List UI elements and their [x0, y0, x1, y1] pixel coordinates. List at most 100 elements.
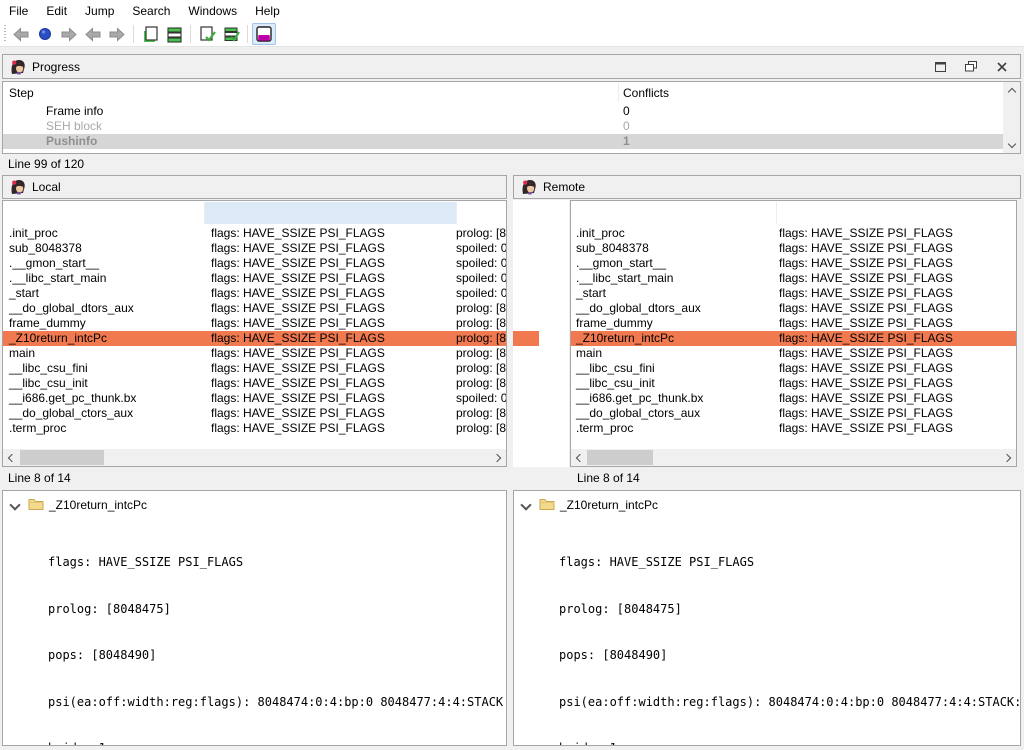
- function-flags: flags: HAVE_SSIZE PSI_FLAGS: [779, 331, 953, 346]
- detail-line: flags: HAVE_SSIZE PSI_FLAGS: [559, 555, 1021, 571]
- function-row[interactable]: .init_proc flags: HAVE_SSIZE PSI_FLAGS p…: [3, 226, 506, 241]
- column-divider: [456, 202, 457, 224]
- horizontal-scrollbar[interactable]: [3, 449, 506, 466]
- progress-title: Progress: [32, 60, 80, 74]
- toolbar-grip[interactable]: [1, 25, 9, 43]
- nav-forward2-icon[interactable]: [105, 23, 129, 45]
- nav-back2-icon[interactable]: [81, 23, 105, 45]
- folder-icon: [28, 496, 44, 511]
- function-row[interactable]: __libc_csu_init flags: HAVE_SSIZE PSI_FL…: [571, 376, 1016, 391]
- scrollbar-thumb[interactable]: [587, 450, 653, 465]
- progress-titlebar[interactable]: Progress: [2, 54, 1021, 79]
- function-name: .term_proc: [576, 421, 633, 436]
- function-name: frame_dummy: [9, 316, 86, 331]
- function-row[interactable]: __i686.get_pc_thunk.bx flags: HAVE_SSIZE…: [571, 391, 1016, 406]
- function-value: spoiled: 00: [456, 241, 507, 256]
- local-list-header[interactable]: [3, 201, 506, 225]
- function-row[interactable]: .__gmon_start__ flags: HAVE_SSIZE PSI_FL…: [571, 256, 1016, 271]
- function-row[interactable]: _start flags: HAVE_SSIZE PSI_FLAGS: [571, 286, 1016, 301]
- tree-expander-icon[interactable]: [9, 499, 20, 510]
- function-row[interactable]: frame_dummy flags: HAVE_SSIZE PSI_FLAGS: [571, 316, 1016, 331]
- function-row[interactable]: __i686.get_pc_thunk.bx flags: HAVE_SSIZE…: [3, 391, 506, 406]
- tree-expander-icon[interactable]: [520, 499, 531, 510]
- scroll-left-icon[interactable]: [571, 449, 587, 466]
- merge-view-icon[interactable]: [252, 23, 276, 45]
- function-flags: flags: HAVE_SSIZE PSI_FLAGS: [211, 331, 385, 346]
- scroll-left-icon[interactable]: [3, 449, 19, 466]
- function-flags: flags: HAVE_SSIZE PSI_FLAGS: [779, 361, 953, 376]
- function-value: prolog: [80: [456, 361, 507, 376]
- stack-check-icon[interactable]: [219, 23, 243, 45]
- function-row[interactable]: __do_global_ctors_aux flags: HAVE_SSIZE …: [3, 406, 506, 421]
- nav-forward-icon[interactable]: [57, 23, 81, 45]
- function-row[interactable]: _Z10return_intcPc flags: HAVE_SSIZE PSI_…: [3, 331, 506, 346]
- column-divider: [776, 202, 777, 224]
- function-row[interactable]: _Z10return_intcPc flags: HAVE_SSIZE PSI_…: [571, 331, 1016, 346]
- scroll-right-icon[interactable]: [1000, 449, 1016, 466]
- function-row[interactable]: sub_8048378 flags: HAVE_SSIZE PSI_FLAGS …: [3, 241, 506, 256]
- function-row[interactable]: _start flags: HAVE_SSIZE PSI_FLAGS spoil…: [3, 286, 506, 301]
- maximize-button[interactable]: [934, 61, 946, 73]
- restore-button[interactable]: [965, 61, 977, 73]
- function-row[interactable]: .term_proc flags: HAVE_SSIZE PSI_FLAGS p…: [3, 421, 506, 436]
- local-pane-header[interactable]: Local: [2, 175, 507, 199]
- nav-back-icon[interactable]: [9, 23, 33, 45]
- vertical-scrollbar[interactable]: [1003, 82, 1020, 153]
- scroll-down-icon[interactable]: [1003, 137, 1020, 153]
- application-window: { "window": { "menu": ["File", "Edit", "…: [0, 0, 1024, 750]
- function-row[interactable]: __libc_csu_init flags: HAVE_SSIZE PSI_FL…: [3, 376, 506, 391]
- menu-item[interactable]: Help: [246, 1, 289, 21]
- progress-row[interactable]: Frame info 0: [3, 104, 1003, 119]
- menu-item[interactable]: Windows: [179, 1, 246, 21]
- function-row[interactable]: .term_proc flags: HAVE_SSIZE PSI_FLAGS: [571, 421, 1016, 436]
- blue-dot-icon[interactable]: [33, 23, 57, 45]
- column-header-conflicts[interactable]: Conflicts: [623, 86, 669, 100]
- function-row[interactable]: main flags: HAVE_SSIZE PSI_FLAGS: [571, 346, 1016, 361]
- function-row[interactable]: __do_global_ctors_aux flags: HAVE_SSIZE …: [571, 406, 1016, 421]
- detail-line: prolog: [8048475]: [48, 602, 507, 618]
- folder-icon: [539, 496, 555, 511]
- menu-item[interactable]: Edit: [37, 1, 76, 21]
- progress-row[interactable]: SEH block 0: [3, 119, 1003, 134]
- remote-rows: .init_proc flags: HAVE_SSIZE PSI_FLAGS s…: [571, 226, 1016, 436]
- selected-column-header[interactable]: [205, 202, 456, 224]
- menu-item[interactable]: Jump: [76, 1, 123, 21]
- function-value: prolog: [80: [456, 226, 507, 241]
- function-row[interactable]: .__libc_start_main flags: HAVE_SSIZE PSI…: [571, 271, 1016, 286]
- column-header-step[interactable]: Step: [9, 86, 34, 100]
- function-row[interactable]: .__gmon_start__ flags: HAVE_SSIZE PSI_FL…: [3, 256, 506, 271]
- menu-item[interactable]: File: [0, 1, 37, 21]
- function-row[interactable]: __do_global_dtors_aux flags: HAVE_SSIZE …: [3, 301, 506, 316]
- function-name: _Z10return_intcPc: [9, 331, 107, 346]
- function-row[interactable]: __libc_csu_fini flags: HAVE_SSIZE PSI_FL…: [3, 361, 506, 376]
- function-name: .init_proc: [576, 226, 625, 241]
- function-row[interactable]: __libc_csu_fini flags: HAVE_SSIZE PSI_FL…: [571, 361, 1016, 376]
- function-row[interactable]: .init_proc flags: HAVE_SSIZE PSI_FLAGS: [571, 226, 1016, 241]
- function-row[interactable]: .__libc_start_main flags: HAVE_SSIZE PSI…: [3, 271, 506, 286]
- stack-green-icon[interactable]: [162, 23, 186, 45]
- detail-function-title[interactable]: _Z10return_intcPc: [560, 498, 658, 512]
- horizontal-scrollbar[interactable]: [571, 449, 1016, 466]
- scroll-right-icon[interactable]: [490, 449, 506, 466]
- menu-bar: FileEditJumpSearchWindowsHelp: [0, 0, 1024, 22]
- remote-list-header[interactable]: [571, 201, 1016, 225]
- detail-function-title[interactable]: _Z10return_intcPc: [49, 498, 147, 512]
- function-row[interactable]: __do_global_dtors_aux flags: HAVE_SSIZE …: [571, 301, 1016, 316]
- remote-pane-header[interactable]: Remote: [513, 175, 1021, 199]
- function-row[interactable]: main flags: HAVE_SSIZE PSI_FLAGS prolog:…: [3, 346, 506, 361]
- close-icon[interactable]: [996, 61, 1008, 73]
- doc-check-icon[interactable]: [195, 23, 219, 45]
- function-row[interactable]: sub_8048378 flags: HAVE_SSIZE PSI_FLAGS: [571, 241, 1016, 256]
- doc-green-icon[interactable]: [138, 23, 162, 45]
- function-row[interactable]: frame_dummy flags: HAVE_SSIZE PSI_FLAGS …: [3, 316, 506, 331]
- scrollbar-thumb[interactable]: [20, 450, 104, 465]
- function-flags: flags: HAVE_SSIZE PSI_FLAGS: [211, 241, 385, 256]
- scroll-up-icon[interactable]: [1003, 82, 1020, 98]
- function-flags: flags: HAVE_SSIZE PSI_FLAGS: [779, 301, 953, 316]
- progress-row[interactable]: Pushinfo 1: [3, 134, 1003, 149]
- step-label: SEH block: [46, 119, 102, 134]
- detail-line: bpidx: 1: [48, 741, 507, 746]
- function-value: spoiled: 00: [456, 286, 507, 301]
- menu-item[interactable]: Search: [123, 1, 179, 21]
- local-status: Line 8 of 14: [2, 469, 507, 487]
